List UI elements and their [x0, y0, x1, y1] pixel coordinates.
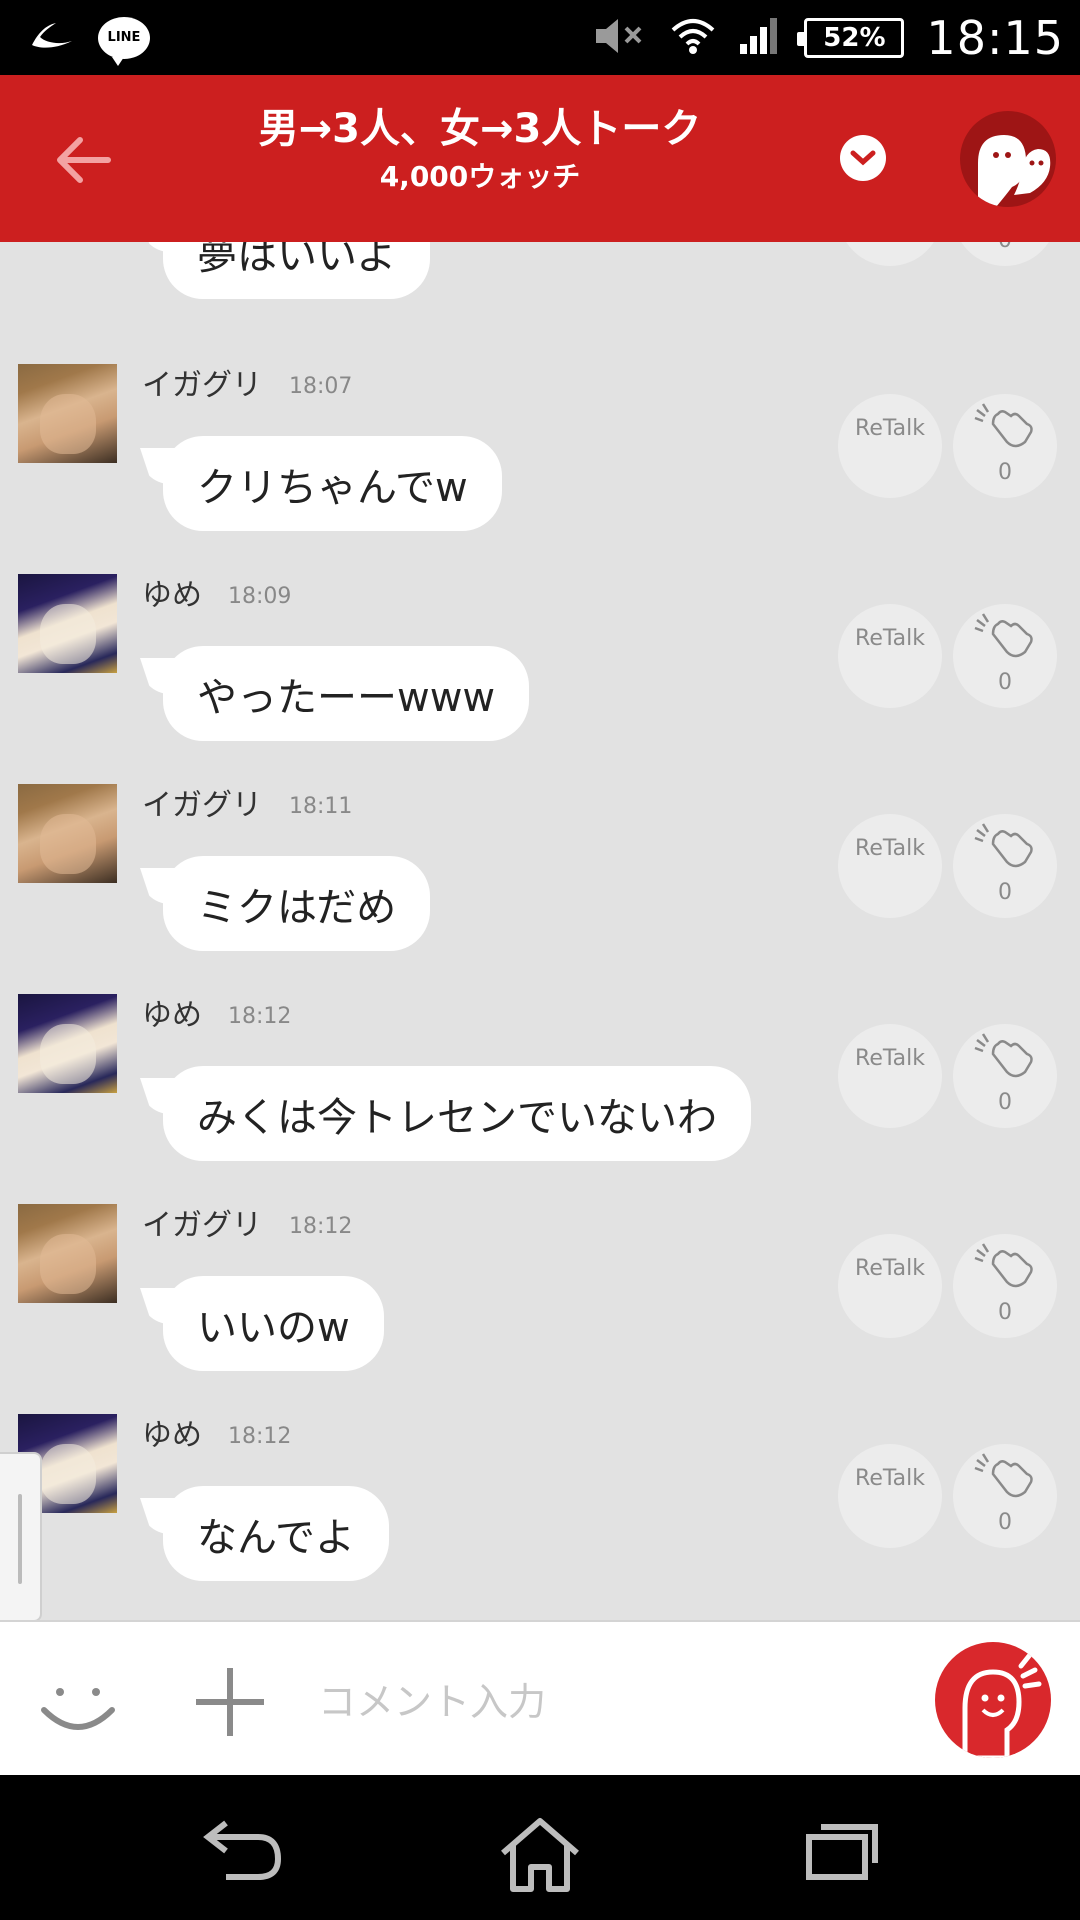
- clap-button[interactable]: 0: [953, 814, 1057, 918]
- chat-message: イガグリ 18:07 クリちゃんでw ReTalk 0: [0, 364, 1080, 574]
- wifi-icon: [670, 16, 716, 60]
- arrow-left-icon: [57, 137, 111, 183]
- clap-icon: [974, 1243, 1033, 1288]
- message-bubble[interactable]: やったーーwww: [163, 646, 530, 741]
- message-bubble[interactable]: みくは今トレセンでいないわ: [163, 1066, 751, 1161]
- retalk-button[interactable]: ReTalk: [838, 604, 942, 708]
- retalk-button[interactable]: [838, 242, 942, 266]
- message-time: 18:12: [228, 1424, 292, 1449]
- chevron-down-icon: [850, 150, 876, 166]
- status-bar-left: LINE: [30, 10, 150, 66]
- avatar[interactable]: [18, 1204, 117, 1303]
- clap-count: 0: [998, 1510, 1012, 1535]
- message-bubble[interactable]: なんでよ: [163, 1486, 389, 1581]
- clap-count: 0: [998, 1090, 1012, 1115]
- chat-message: ゆめ 18:09 やったーーwww ReTalk 0: [0, 574, 1080, 784]
- mute-icon: [592, 14, 648, 62]
- clap-button[interactable]: 0: [953, 1444, 1057, 1548]
- ghost-pair-icon: [978, 135, 1051, 207]
- clap-count: 0: [998, 1300, 1012, 1325]
- chat-area[interactable]: 夢はいいよ 0 イガグリ 18:07 クリちゃんでw ReTalk 0 ゆめ 1…: [0, 242, 1080, 1620]
- sender-name: ゆめ: [142, 998, 202, 1033]
- message-time: 18:09: [228, 584, 292, 609]
- sender-name: ゆめ: [142, 1418, 202, 1453]
- clap-count: 0: [998, 670, 1012, 695]
- clap-button[interactable]: 0: [953, 1234, 1057, 1338]
- retalk-button[interactable]: ReTalk: [838, 394, 942, 498]
- scroll-handle[interactable]: [0, 1452, 42, 1620]
- clap-count: 0: [998, 460, 1012, 485]
- status-bar: LINE 52% 18:15: [0, 0, 1080, 75]
- bird-notification-icon: [30, 19, 74, 57]
- chat-message: イガグリ 18:12 いいのw ReTalk 0: [0, 1204, 1080, 1414]
- emoji-button[interactable]: [38, 1662, 118, 1742]
- recents-icon: [806, 1824, 878, 1880]
- room-members-button[interactable]: [960, 111, 1056, 207]
- sender-name: イガグリ: [142, 788, 262, 823]
- chat-message-partial: 夢はいいよ 0: [0, 242, 1080, 342]
- avatar[interactable]: [18, 364, 117, 463]
- chat-message: イガグリ 18:11 ミクはだめ ReTalk 0: [0, 784, 1080, 994]
- talking-person-icon: [962, 1653, 1042, 1758]
- avatar[interactable]: [18, 994, 117, 1093]
- clap-button[interactable]: 0: [953, 604, 1057, 708]
- battery-icon: 52%: [797, 18, 905, 58]
- retalk-button[interactable]: ReTalk: [838, 1444, 942, 1548]
- message-bubble[interactable]: クリちゃんでw: [163, 436, 502, 531]
- clap-icon: [974, 1033, 1033, 1078]
- clap-button[interactable]: 0: [953, 242, 1057, 266]
- nav-back-button[interactable]: [198, 1815, 288, 1885]
- clap-count: 0: [953, 242, 1057, 253]
- nav-recents-button[interactable]: [795, 1815, 885, 1885]
- watch-count: 4,000ウォッチ: [379, 160, 581, 193]
- attach-button[interactable]: [190, 1662, 270, 1742]
- talk-button[interactable]: [935, 1642, 1051, 1758]
- clap-icon: [974, 613, 1033, 658]
- comment-bar: [0, 1620, 1080, 1775]
- retalk-button[interactable]: ReTalk: [838, 1234, 942, 1338]
- page-title: 男→3人、女→3人トーク: [258, 106, 702, 152]
- message-bubble[interactable]: 夢はいいよ: [163, 242, 431, 299]
- message-bubble[interactable]: ミクはだめ: [163, 856, 431, 951]
- clock: 18:15: [926, 11, 1064, 65]
- sender-name: イガグリ: [142, 1208, 262, 1243]
- comment-input[interactable]: [318, 1667, 918, 1737]
- header: 男→3人、女→3人トーク 4,000ウォッチ: [0, 75, 1080, 242]
- clap-icon: [974, 823, 1033, 868]
- status-bar-right: 52% 18:15: [592, 8, 1064, 68]
- back-button[interactable]: [50, 125, 120, 195]
- message-time: 18:07: [289, 374, 353, 399]
- message-bubble[interactable]: いいのw: [163, 1276, 384, 1371]
- chat-message: ゆめ 18:12 みくは今トレセンでいないわ ReTalk 0: [0, 994, 1080, 1204]
- retalk-button[interactable]: ReTalk: [838, 814, 942, 918]
- chat-message: ゆめ 18:12 なんでよ ReTalk 0: [0, 1414, 1080, 1620]
- navigation-bar: [0, 1775, 1080, 1920]
- home-icon: [501, 1818, 579, 1892]
- nav-home-button[interactable]: [495, 1815, 585, 1892]
- message-time: 18:11: [289, 794, 353, 819]
- dropdown-button[interactable]: [840, 135, 886, 181]
- plus-icon: [196, 1668, 264, 1736]
- clap-button[interactable]: 0: [953, 394, 1057, 498]
- message-time: 18:12: [289, 1214, 353, 1239]
- retalk-button[interactable]: ReTalk: [838, 1024, 942, 1128]
- title-block: 男→3人、女→3人トーク 4,000ウォッチ: [200, 101, 760, 197]
- smiley-icon: [41, 1688, 115, 1730]
- avatar[interactable]: [18, 784, 117, 883]
- sender-name: イガグリ: [142, 368, 262, 403]
- clap-icon: [974, 403, 1033, 448]
- clap-button[interactable]: 0: [953, 1024, 1057, 1128]
- avatar[interactable]: [18, 574, 117, 673]
- back-icon: [203, 1820, 282, 1880]
- clap-count: 0: [998, 880, 1012, 905]
- message-time: 18:12: [228, 1004, 292, 1029]
- sender-name: ゆめ: [142, 578, 202, 613]
- signal-icon: [738, 16, 782, 60]
- clap-icon: [974, 1453, 1033, 1498]
- line-app-icon: LINE: [98, 16, 150, 66]
